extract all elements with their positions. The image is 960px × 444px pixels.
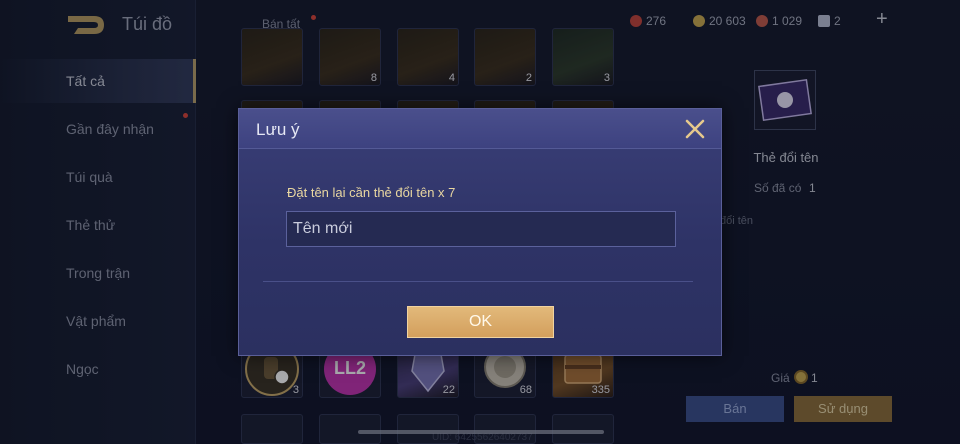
close-icon bbox=[685, 119, 705, 139]
rename-dialog: Lưu ý Đặt tên lại cần thẻ đổi tên x 7 OK bbox=[238, 108, 722, 356]
dialog-title: Lưu ý bbox=[256, 120, 300, 139]
close-button[interactable] bbox=[683, 117, 707, 141]
divider bbox=[263, 281, 693, 282]
ok-button[interactable]: OK bbox=[407, 306, 554, 338]
dialog-message: Đặt tên lại cần thẻ đổi tên x 7 bbox=[287, 185, 456, 200]
ok-button-label: OK bbox=[468, 313, 493, 330]
new-name-input[interactable] bbox=[286, 211, 676, 247]
dialog-header: Lưu ý bbox=[239, 109, 721, 149]
